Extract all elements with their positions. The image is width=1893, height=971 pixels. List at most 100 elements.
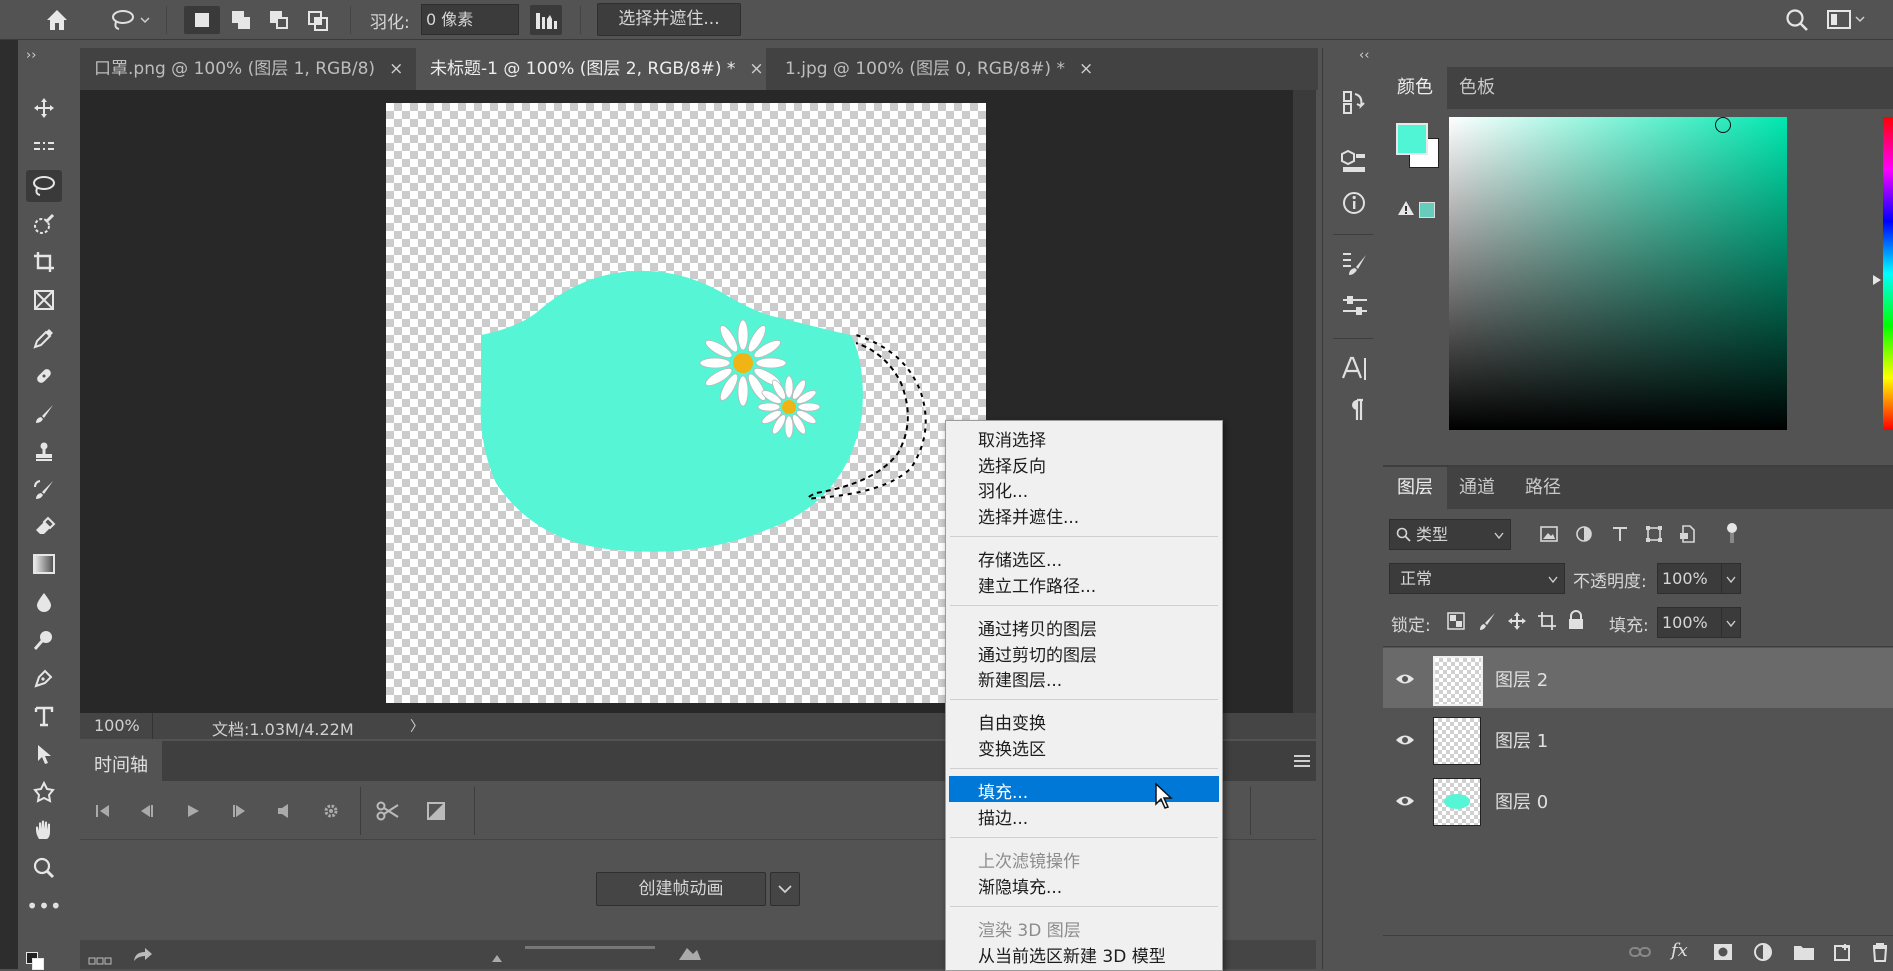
pen-icon[interactable] — [26, 662, 62, 694]
intersect-selection-icon[interactable] — [304, 6, 332, 34]
zoom-small-icon[interactable] — [490, 948, 504, 962]
add-selection-icon[interactable] — [228, 6, 256, 34]
fx-icon[interactable]: fx — [1671, 940, 1688, 961]
prev-frame-icon[interactable] — [138, 803, 156, 819]
layer-thumbnail[interactable] — [1433, 778, 1481, 826]
workspace-icon[interactable] — [1826, 9, 1866, 31]
healing-brush-icon[interactable] — [26, 360, 62, 392]
info-icon[interactable] — [1341, 190, 1367, 216]
menu-item-layer-via-cut[interactable]: 通过剪切的图层 — [978, 641, 1097, 666]
color-picker-ring[interactable] — [1715, 117, 1731, 133]
tab-color[interactable]: 颜色 — [1383, 67, 1447, 109]
3d-layers-icon[interactable] — [1341, 148, 1367, 176]
menu-item-save-selection[interactable]: 存储选区... — [978, 546, 1062, 571]
menu-item-fade-fill[interactable]: 渐隐填充... — [978, 873, 1062, 898]
fill-dropdown[interactable] — [1721, 607, 1741, 638]
warning-icon[interactable] — [1397, 200, 1415, 216]
gradient-icon[interactable] — [26, 548, 62, 580]
layer-name[interactable]: 图层 1 — [1495, 727, 1548, 753]
eye-icon[interactable] — [1395, 792, 1415, 806]
document-canvas[interactable] — [386, 103, 986, 703]
menu-item-layer-via-copy[interactable]: 通过拷贝的图层 — [978, 615, 1097, 640]
new-group-icon[interactable] — [1793, 943, 1815, 961]
type-filter-icon[interactable] — [1611, 525, 1629, 543]
lock-all-icon[interactable] — [1567, 610, 1585, 630]
menu-item-stroke[interactable]: 描边... — [978, 804, 1028, 829]
move-tool-icon[interactable] — [26, 92, 62, 124]
menu-item-select-inverse[interactable]: 选择反向 — [978, 452, 1046, 477]
timeline-title[interactable]: 时间轴 — [94, 751, 148, 777]
link-icon[interactable] — [1629, 944, 1651, 960]
panel-menu-icon[interactable] — [1294, 755, 1310, 767]
adjustment-filter-icon[interactable] — [1575, 525, 1593, 543]
blend-mode-select[interactable]: 正常 — [1389, 563, 1565, 594]
play-icon[interactable] — [184, 803, 202, 819]
menu-item-feather[interactable]: 羽化... — [978, 477, 1028, 502]
eye-icon[interactable] — [1395, 731, 1415, 745]
history-icon[interactable] — [1341, 88, 1367, 116]
convert-icon[interactable] — [132, 945, 154, 963]
eyedropper-icon[interactable] — [26, 322, 62, 354]
menu-item-make-work-path[interactable]: 建立工作路径... — [978, 572, 1096, 597]
close-icon[interactable]: × — [1079, 59, 1093, 79]
transition-icon[interactable] — [427, 802, 445, 820]
zoom-level[interactable]: 100% — [94, 716, 140, 735]
fill-input[interactable]: 100% — [1657, 607, 1723, 638]
add-mask-icon[interactable] — [1713, 943, 1733, 961]
menu-item-transform-selection[interactable]: 变换选区 — [978, 735, 1046, 760]
layer-name[interactable]: 图层 0 — [1495, 788, 1548, 814]
eye-icon[interactable] — [1395, 670, 1415, 684]
foreground-color-swatch[interactable] — [1396, 123, 1428, 155]
color-field[interactable] — [1449, 117, 1787, 430]
more-tools-icon[interactable]: ••• — [26, 890, 62, 922]
lock-transparent-icon[interactable] — [1447, 612, 1465, 630]
brush-icon[interactable] — [26, 398, 62, 430]
zoom-large-icon[interactable] — [678, 945, 702, 961]
new-selection-icon[interactable] — [184, 6, 220, 34]
frame-tool-icon[interactable] — [26, 284, 62, 316]
menu-item-new-3d-model[interactable]: 从当前选区新建 3D 模型 — [978, 942, 1166, 967]
dodge-icon[interactable] — [26, 624, 62, 656]
close-icon[interactable]: × — [389, 59, 403, 79]
menu-item-free-transform[interactable]: 自由变换 — [978, 709, 1046, 734]
lock-artboard-icon[interactable] — [1537, 611, 1557, 631]
tab-1-jpg[interactable]: 1.jpg @ 100% (图层 0, RGB/8#) * × — [771, 48, 1103, 90]
next-frame-icon[interactable] — [230, 803, 248, 819]
frames-view-icon[interactable] — [88, 950, 112, 965]
home-icon[interactable] — [44, 7, 70, 33]
tab-paths[interactable]: 路径 — [1511, 467, 1575, 509]
tab-layers[interactable]: 图层 — [1383, 467, 1447, 509]
menu-item-fill[interactable]: 填充... — [978, 778, 1028, 803]
blur-icon[interactable] — [26, 586, 62, 618]
layer-thumbnail[interactable] — [1433, 717, 1481, 765]
lock-pixels-icon[interactable] — [1477, 611, 1497, 631]
chevron-down-icon[interactable] — [770, 872, 800, 906]
paragraph-icon[interactable] — [1341, 396, 1369, 424]
tab-untitled-1[interactable]: 未标题-1 @ 100% (图层 2, RGB/8#) * × — [416, 48, 766, 90]
lasso-icon[interactable] — [26, 170, 62, 202]
hue-slider-arrow[interactable] — [1873, 275, 1881, 285]
clone-stamp-icon[interactable] — [26, 436, 62, 468]
eraser-icon[interactable] — [26, 510, 62, 542]
search-icon[interactable] — [1784, 7, 1810, 33]
select-and-mask-button[interactable]: 选择并遮住... — [597, 3, 741, 36]
web-safe-color-swatch[interactable] — [1419, 202, 1435, 218]
smart-object-filter-icon[interactable] — [1679, 525, 1697, 543]
shape-filter-icon[interactable] — [1645, 525, 1663, 543]
vertical-scrollbar[interactable] — [1293, 90, 1316, 713]
layer-row-1[interactable]: 图层 1 — [1383, 709, 1893, 769]
hand-icon[interactable] — [26, 814, 62, 846]
feather-input[interactable]: 0 像素 — [421, 4, 519, 35]
anti-alias-icon[interactable] — [530, 5, 562, 35]
shape-icon[interactable] — [26, 776, 62, 808]
collapse-icon[interactable]: ›› — [26, 48, 36, 63]
menu-item-select-and-mask[interactable]: 选择并遮住... — [978, 503, 1079, 528]
brush-settings-icon[interactable] — [1341, 250, 1369, 278]
filter-toggle-icon[interactable] — [1727, 523, 1739, 545]
layer-filter-select[interactable]: 类型 — [1389, 519, 1511, 550]
new-layer-icon[interactable] — [1833, 942, 1853, 962]
tab-mask-png[interactable]: 口罩.png @ 100% (图层 1, RGB/8) × — [80, 48, 416, 90]
layer-name[interactable]: 图层 2 — [1495, 666, 1548, 692]
menu-item-new-layer[interactable]: 新建图层... — [978, 666, 1062, 691]
subtract-selection-icon[interactable] — [266, 6, 294, 34]
